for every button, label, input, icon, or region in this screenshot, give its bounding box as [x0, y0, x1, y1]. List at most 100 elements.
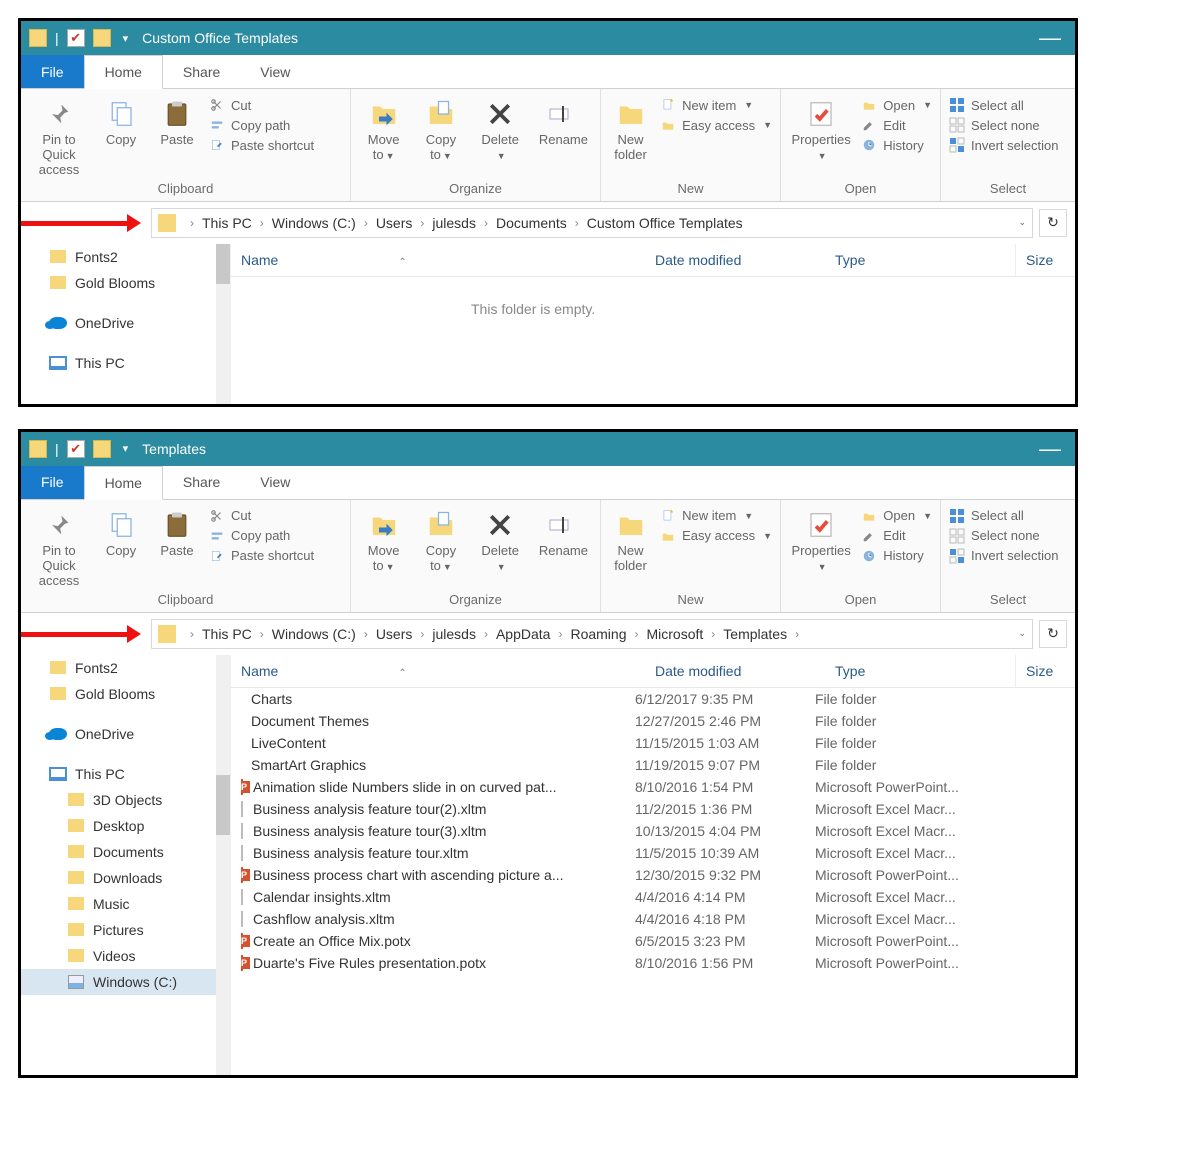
column-header-type[interactable]: Type [825, 244, 1015, 276]
select-all-button[interactable]: Select all [949, 97, 1058, 113]
edit-button[interactable]: Edit [861, 117, 932, 133]
breadcrumb-segment[interactable]: Templates [723, 626, 787, 642]
chevron-down-icon[interactable]: ⌄ [1018, 628, 1026, 639]
paste-button[interactable]: Paste [153, 95, 201, 148]
pin-to-quick-access-button[interactable]: Pin to Quick access [29, 95, 89, 178]
file-row[interactable]: Cashflow analysis.xltm 4/4/2016 4:18 PM … [231, 908, 1075, 930]
nav-item[interactable]: Downloads [21, 865, 230, 891]
rename-button[interactable]: Rename [535, 506, 592, 559]
copy-path-button[interactable]: Copy path [209, 117, 314, 133]
copy-to-button[interactable]: Copy to▼ [416, 95, 465, 163]
paste-shortcut-button[interactable]: Paste shortcut [209, 137, 314, 153]
nav-item[interactable]: Documents [21, 839, 230, 865]
breadcrumb-segment[interactable]: Users [376, 626, 413, 642]
invert-selection-button[interactable]: Invert selection [949, 137, 1058, 153]
tab-view[interactable]: View [240, 466, 310, 499]
breadcrumb-segment[interactable]: Roaming [570, 626, 626, 642]
file-row[interactable]: Business analysis feature tour(2).xltm 1… [231, 798, 1075, 820]
column-header-type[interactable]: Type [825, 655, 1015, 687]
breadcrumb-segment[interactable]: Windows (C:) [272, 626, 356, 642]
nav-item[interactable]: Fonts2 [21, 655, 230, 681]
nav-item[interactable]: Gold Blooms [21, 681, 230, 707]
new-folder-button[interactable]: New folder [609, 95, 652, 163]
file-row[interactable]: Animation slide Numbers slide in on curv… [231, 776, 1075, 798]
breadcrumb-segment[interactable]: Users [376, 215, 413, 231]
new-item-button[interactable]: New item▼ [660, 97, 772, 113]
column-header-size[interactable]: Size [1015, 655, 1075, 687]
refresh-button[interactable]: ↻ [1039, 209, 1067, 237]
new-folder-button[interactable]: New folder [609, 506, 652, 574]
nav-item[interactable]: This PC [21, 350, 230, 376]
tab-share[interactable]: Share [163, 55, 240, 88]
file-row[interactable]: Document Themes 12/27/2015 2:46 PM File … [231, 710, 1075, 732]
nav-item[interactable]: Pictures [21, 917, 230, 943]
cut-button[interactable]: Cut [209, 508, 314, 524]
titlebar[interactable]: | ✔ ▾ Templates — [21, 432, 1075, 466]
qat-properties-icon[interactable]: ✔ [67, 29, 85, 47]
properties-button[interactable]: Properties▼ [789, 506, 853, 574]
breadcrumb-segment[interactable]: Documents [496, 215, 567, 231]
delete-button[interactable]: Delete▼ [474, 95, 527, 163]
file-row[interactable]: Business analysis feature tour(3).xltm 1… [231, 820, 1075, 842]
nav-item[interactable]: Music [21, 891, 230, 917]
minimize-button[interactable]: — [1033, 436, 1067, 462]
column-header-date[interactable]: Date modified [645, 244, 825, 276]
scrollbar[interactable] [216, 244, 230, 404]
nav-item[interactable]: Windows (C:) [21, 969, 230, 995]
nav-item[interactable]: Gold Blooms [21, 270, 230, 296]
tab-file[interactable]: File [21, 466, 84, 499]
move-to-button[interactable]: Move to▼ [359, 506, 408, 574]
scrollbar[interactable] [216, 655, 230, 1075]
column-header-name[interactable]: Name⌃ [231, 655, 645, 687]
copy-to-button[interactable]: Copy to▼ [416, 506, 465, 574]
tab-share[interactable]: Share [163, 466, 240, 499]
paste-shortcut-button[interactable]: Paste shortcut [209, 548, 314, 564]
history-button[interactable]: History [861, 137, 932, 153]
breadcrumb-segment[interactable]: This PC [202, 626, 252, 642]
refresh-button[interactable]: ↻ [1039, 620, 1067, 648]
chevron-down-icon[interactable]: ⌄ [1018, 217, 1026, 228]
edit-button[interactable]: Edit [861, 528, 932, 544]
file-row[interactable]: Calendar insights.xltm 4/4/2016 4:14 PM … [231, 886, 1075, 908]
breadcrumb-segment[interactable]: Custom Office Templates [587, 215, 743, 231]
invert-selection-button[interactable]: Invert selection [949, 548, 1058, 564]
open-button[interactable]: Open▼ [861, 508, 932, 524]
new-item-button[interactable]: New item▼ [660, 508, 772, 524]
nav-pane[interactable]: Fonts2Gold BloomsOneDriveThis PC [21, 244, 231, 404]
address-bar[interactable]: ›This PC›Windows (C:)›Users›julesds›AppD… [151, 619, 1033, 649]
column-header-date[interactable]: Date modified [645, 655, 825, 687]
easy-access-button[interactable]: Easy access▼ [660, 117, 772, 133]
breadcrumb-segment[interactable]: Windows (C:) [272, 215, 356, 231]
scrollbar-thumb[interactable] [216, 775, 230, 835]
rename-button[interactable]: Rename [535, 95, 592, 148]
file-row[interactable]: LiveContent 11/15/2015 1:03 AM File fold… [231, 732, 1075, 754]
select-none-button[interactable]: Select none [949, 117, 1058, 133]
select-none-button[interactable]: Select none [949, 528, 1058, 544]
minimize-button[interactable]: — [1033, 25, 1067, 51]
file-row[interactable]: Duarte's Five Rules presentation.potx 8/… [231, 952, 1075, 974]
scrollbar-thumb[interactable] [216, 244, 230, 284]
address-bar[interactable]: ›This PC›Windows (C:)›Users›julesds›Docu… [151, 208, 1033, 238]
easy-access-button[interactable]: Easy access▼ [660, 528, 772, 544]
breadcrumb-segment[interactable]: Microsoft [646, 626, 703, 642]
copy-button[interactable]: Copy [97, 95, 145, 148]
nav-item[interactable]: OneDrive [21, 721, 230, 747]
select-all-button[interactable]: Select all [949, 508, 1058, 524]
file-row[interactable]: Business process chart with ascending pi… [231, 864, 1075, 886]
tab-view[interactable]: View [240, 55, 310, 88]
nav-item[interactable]: OneDrive [21, 310, 230, 336]
titlebar[interactable]: | ✔ ▾ Custom Office Templates — [21, 21, 1075, 55]
qat-customize-caret[interactable]: ▾ [123, 32, 129, 45]
tab-home[interactable]: Home [84, 55, 163, 89]
file-row[interactable]: Charts 6/12/2017 9:35 PM File folder [231, 688, 1075, 710]
breadcrumb-segment[interactable]: julesds [432, 626, 476, 642]
copy-button[interactable]: Copy [97, 506, 145, 559]
column-header-name[interactable]: Name⌃ [231, 244, 645, 276]
file-row[interactable]: SmartArt Graphics 11/19/2015 9:07 PM Fil… [231, 754, 1075, 776]
nav-item[interactable]: Desktop [21, 813, 230, 839]
copy-path-button[interactable]: Copy path [209, 528, 314, 544]
nav-pane[interactable]: Fonts2Gold BloomsOneDriveThis PC3D Objec… [21, 655, 231, 1075]
open-button[interactable]: Open▼ [861, 97, 932, 113]
tab-home[interactable]: Home [84, 466, 163, 500]
qat-properties-icon[interactable]: ✔ [67, 440, 85, 458]
